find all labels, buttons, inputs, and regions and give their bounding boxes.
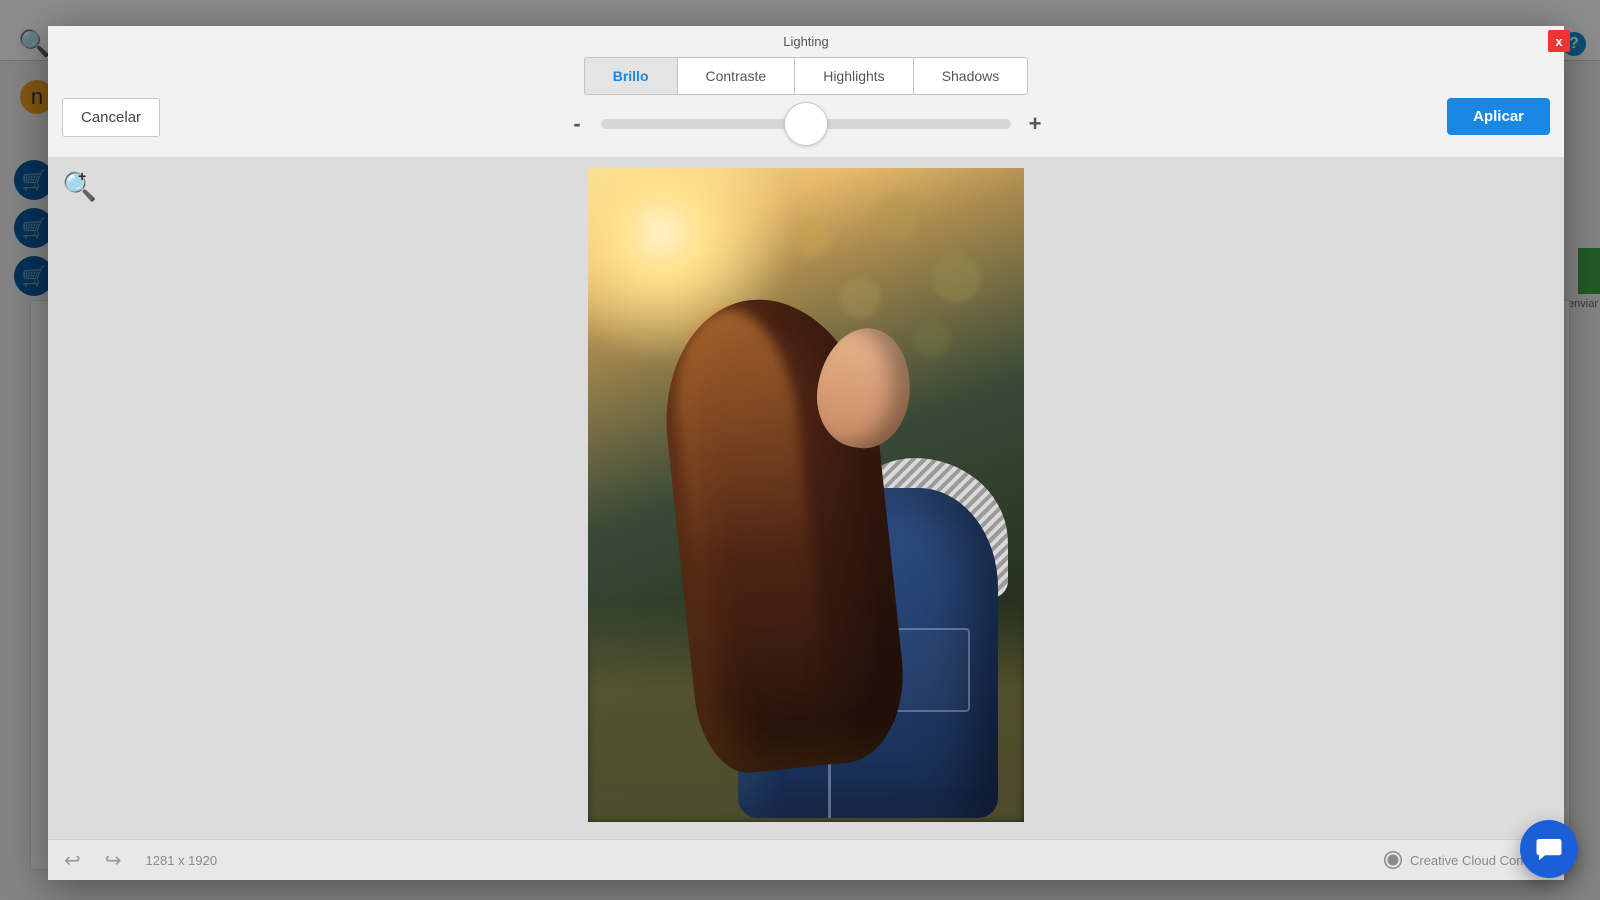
cancel-button[interactable]: Cancelar: [62, 98, 160, 137]
image-canvas[interactable]: 🔍 +: [48, 158, 1564, 839]
chat-icon: [1534, 834, 1564, 864]
tab-brillo[interactable]: Brillo: [584, 57, 678, 95]
zoom-plus-icon: +: [78, 168, 86, 184]
slider-thumb[interactable]: [784, 102, 828, 146]
apply-button[interactable]: Aplicar: [1447, 98, 1550, 135]
brightness-slider: - +: [66, 111, 1546, 137]
tab-contraste[interactable]: Contraste: [677, 57, 796, 95]
redo-icon[interactable]: ↪: [105, 848, 122, 873]
modal-title: Lighting: [66, 34, 1546, 49]
lighting-editor-modal: x Lighting Brillo Contraste Highlights S…: [48, 26, 1564, 880]
image-dimensions: 1281 x 1920: [146, 853, 218, 868]
tab-highlights[interactable]: Highlights: [794, 57, 913, 95]
edited-photo: [588, 168, 1024, 822]
slider-increase[interactable]: +: [1025, 111, 1045, 137]
undo-icon[interactable]: ↩: [64, 848, 81, 873]
tab-shadows[interactable]: Shadows: [913, 57, 1029, 95]
creative-cloud-icon: [1384, 851, 1402, 869]
chat-fab[interactable]: [1520, 820, 1578, 878]
lighting-tabs: Brillo Contraste Highlights Shadows: [66, 57, 1546, 95]
slider-decrease[interactable]: -: [567, 111, 587, 137]
slider-track[interactable]: [601, 119, 1011, 129]
modal-footer: ↩ ↪ 1281 x 1920 Creative Cloud Connect: [48, 839, 1564, 880]
modal-header: x Lighting Brillo Contraste Highlights S…: [48, 26, 1564, 158]
close-button[interactable]: x: [1548, 30, 1570, 52]
